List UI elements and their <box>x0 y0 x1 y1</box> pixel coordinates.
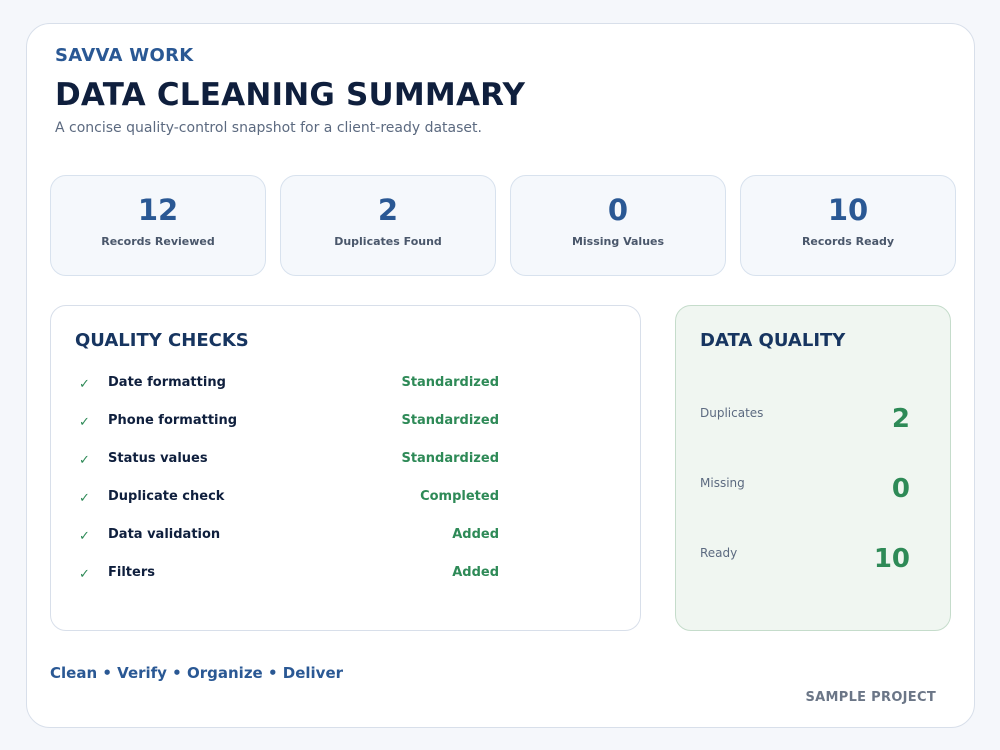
stat-label: Records Ready <box>801 235 895 248</box>
quality-value: 10 <box>873 544 910 574</box>
quality-row-ready: Ready 10 <box>676 544 950 586</box>
checkmark-icon: ✓ <box>79 377 90 392</box>
quality-label: Duplicates <box>700 406 764 420</box>
stat-card-missing-values: 0 Missing Values <box>510 175 726 276</box>
check-status: Standardized <box>401 375 499 390</box>
stat-value: 12 <box>137 193 179 227</box>
quality-checks-title: QUALITY CHECKS <box>75 330 249 351</box>
data-quality-panel: DATA QUALITY Duplicates 2 Missing 0 Read… <box>675 305 951 631</box>
stat-card-records-ready: 10 Records Ready <box>740 175 956 276</box>
check-status: Added <box>452 527 499 542</box>
quality-label: Ready <box>700 546 738 560</box>
check-name: Filters <box>108 565 155 580</box>
stat-label: Duplicates Found <box>334 235 442 248</box>
checkmark-icon: ✓ <box>79 567 90 582</box>
checkmark-icon: ✓ <box>79 529 90 544</box>
check-row-date-formatting: ✓ Date formatting Standardized <box>51 375 640 395</box>
check-status: Standardized <box>401 413 499 428</box>
footer-badge: SAMPLE PROJECT <box>805 690 936 705</box>
check-status: Completed <box>420 489 499 504</box>
stat-value: 10 <box>827 193 869 227</box>
stat-value: 2 <box>377 193 399 227</box>
stat-card-duplicates-found: 2 Duplicates Found <box>280 175 496 276</box>
check-row-data-validation: ✓ Data validation Added <box>51 527 640 547</box>
quality-checks-panel: QUALITY CHECKS ✓ Date formatting Standar… <box>50 305 641 631</box>
check-name: Data validation <box>108 527 221 542</box>
quality-row-missing: Missing 0 <box>676 474 950 516</box>
quality-value: 0 <box>891 474 910 504</box>
check-name: Date formatting <box>108 375 226 390</box>
quality-value: 2 <box>891 404 910 434</box>
check-name: Duplicate check <box>108 489 225 504</box>
checkmark-icon: ✓ <box>79 491 90 506</box>
page-subtitle: A concise quality-control snapshot for a… <box>55 120 482 136</box>
checkmark-icon: ✓ <box>79 453 90 468</box>
check-status: Added <box>452 565 499 580</box>
check-row-duplicate-check: ✓ Duplicate check Completed <box>51 489 640 509</box>
stat-card-records-reviewed: 12 Records Reviewed <box>50 175 266 276</box>
check-name: Status values <box>108 451 208 466</box>
check-row-phone-formatting: ✓ Phone formatting Standardized <box>51 413 640 433</box>
checkmark-icon: ✓ <box>79 415 90 430</box>
data-quality-title: DATA QUALITY <box>700 330 846 351</box>
check-row-filters: ✓ Filters Added <box>51 565 640 585</box>
quality-label: Missing <box>700 476 745 490</box>
check-status: Standardized <box>401 451 499 466</box>
footer-tagline: Clean • Verify • Organize • Deliver <box>50 664 344 682</box>
check-name: Phone formatting <box>108 413 238 428</box>
quality-row-duplicates: Duplicates 2 <box>676 404 950 446</box>
check-row-status-values: ✓ Status values Standardized <box>51 451 640 471</box>
stat-label: Records Reviewed <box>101 235 215 248</box>
brand-name: SAVVA WORK <box>55 45 194 66</box>
stat-label: Missing Values <box>571 235 665 248</box>
stat-value: 0 <box>607 193 629 227</box>
page-title: DATA CLEANING SUMMARY <box>55 77 526 113</box>
